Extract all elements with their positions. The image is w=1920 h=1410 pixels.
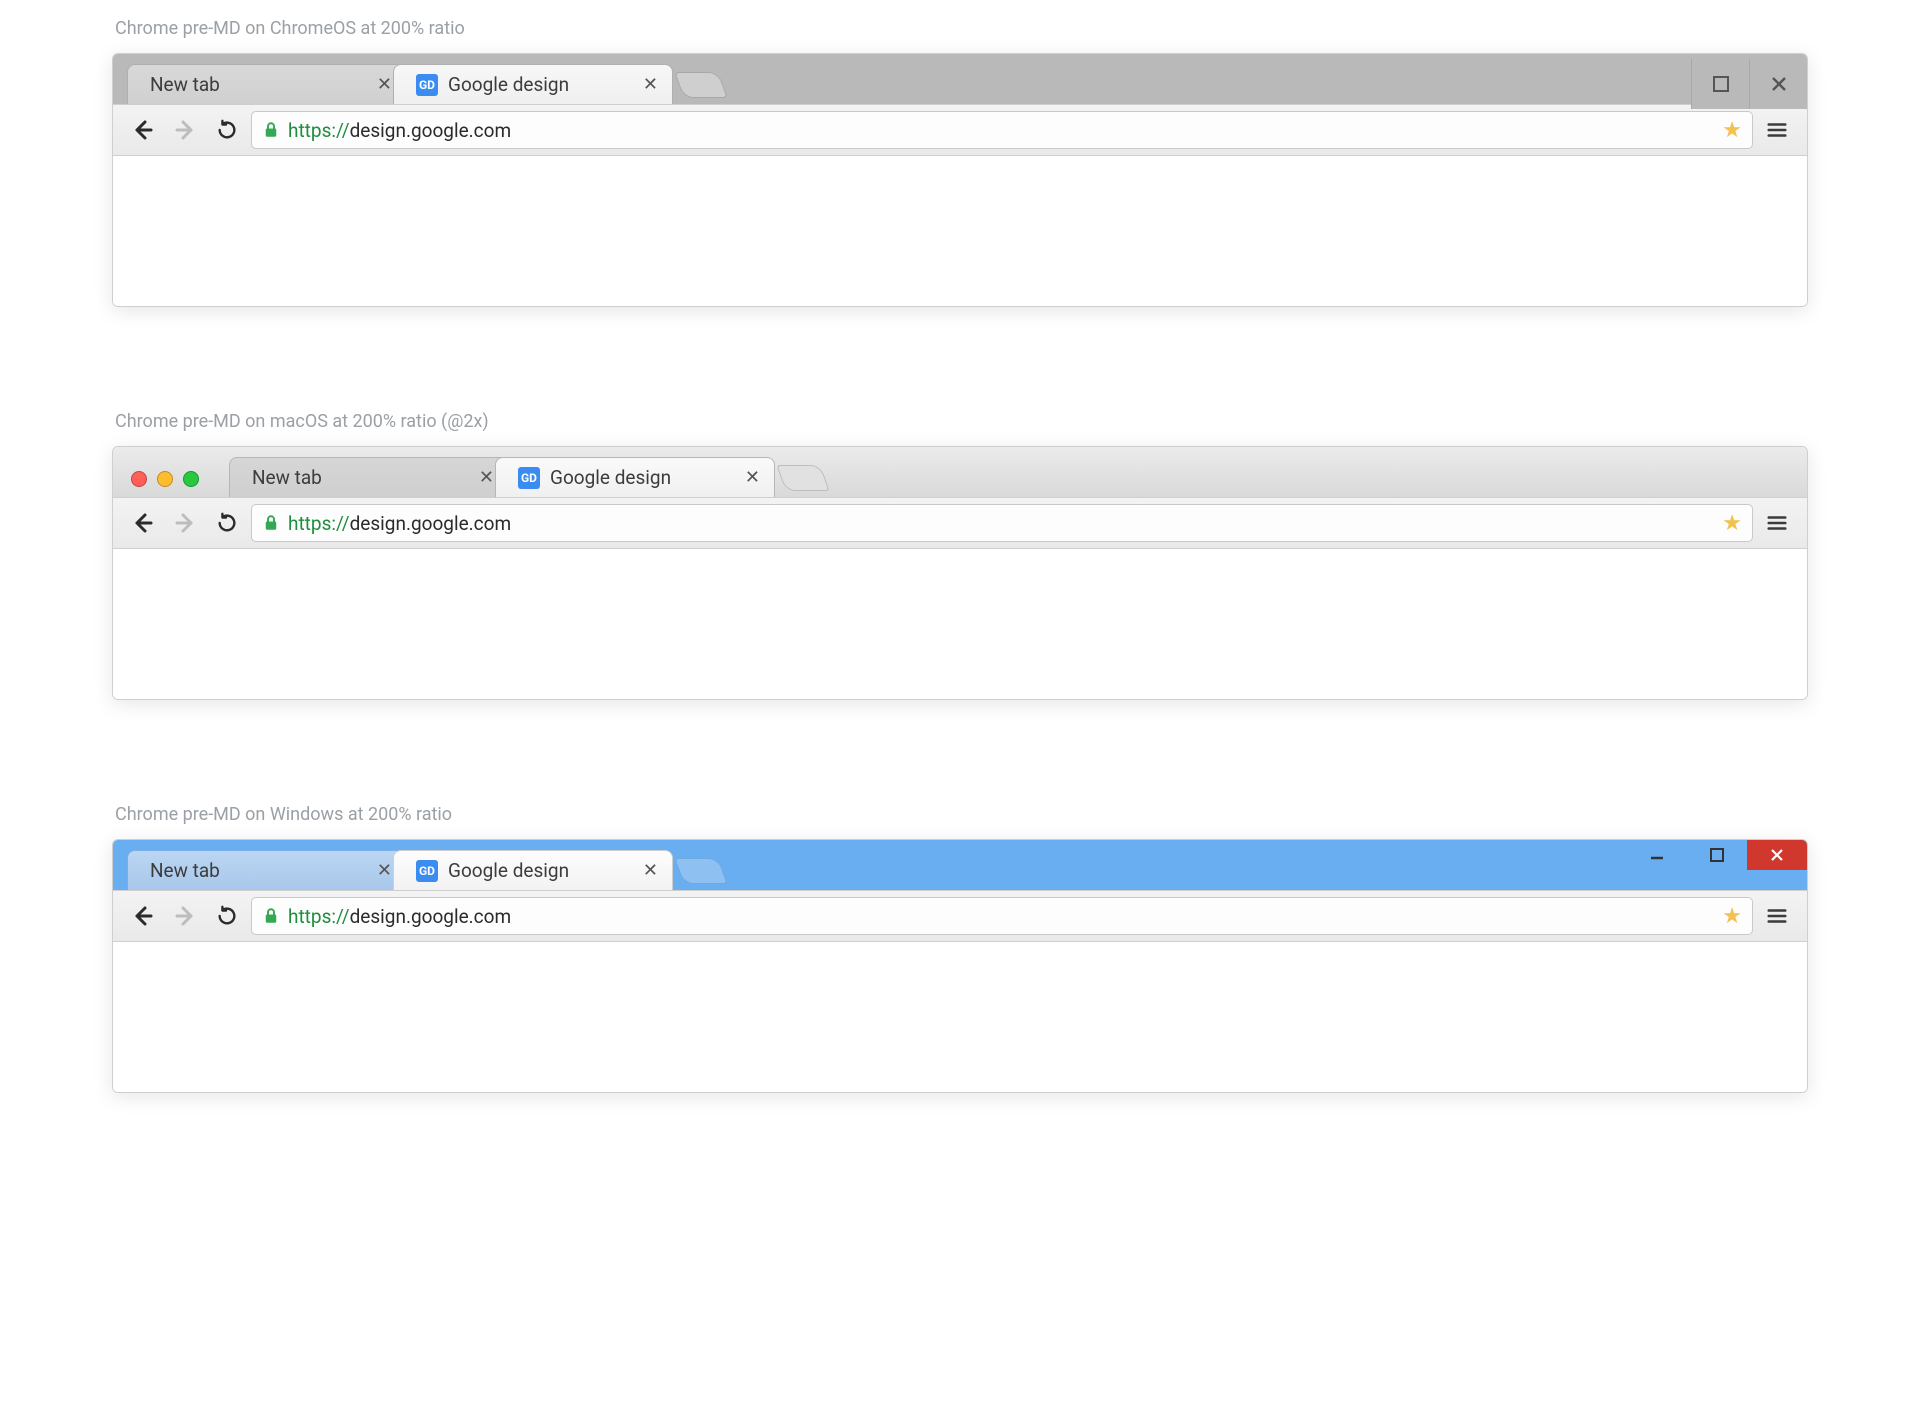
hamburger-icon: [1766, 512, 1788, 534]
tab-title: Google design: [550, 466, 671, 489]
back-button[interactable]: [125, 898, 161, 934]
address-bar[interactable]: https://design.google.com ★: [251, 504, 1753, 542]
zoom-window-button[interactable]: [183, 471, 199, 487]
close-icon: [1769, 847, 1785, 863]
window-controls: [1627, 840, 1807, 870]
page-content: [113, 942, 1807, 1092]
close-tab-icon[interactable]: ✕: [377, 76, 392, 94]
back-button[interactable]: [125, 112, 161, 148]
page-content: [113, 156, 1807, 306]
reload-icon: [216, 119, 238, 141]
bookmark-star-icon[interactable]: ★: [1722, 904, 1742, 929]
close-window-button[interactable]: [131, 471, 147, 487]
favicon-icon: GD: [518, 467, 540, 489]
url-text: https://design.google.com: [288, 119, 511, 142]
maximize-button[interactable]: [1691, 59, 1749, 109]
toolbar: https://design.google.com ★: [113, 104, 1807, 156]
menu-button[interactable]: [1759, 898, 1795, 934]
arrow-right-icon: [173, 904, 197, 928]
tab-strip: New tab ✕ GD Google design ✕: [113, 54, 1807, 104]
tab-title: New tab: [150, 859, 220, 882]
caption-macos: Chrome pre-MD on macOS at 200% ratio (@2…: [115, 411, 1920, 432]
minimize-window-button[interactable]: [1627, 840, 1687, 870]
arrow-left-icon: [131, 904, 155, 928]
traffic-lights: [131, 471, 199, 487]
arrow-right-icon: [173, 511, 197, 535]
window-controls: [1691, 64, 1807, 104]
toolbar: https://design.google.com ★: [113, 497, 1807, 549]
url-host: design.google.com: [350, 119, 512, 142]
close-tab-icon[interactable]: ✕: [745, 469, 760, 487]
tab-new-tab[interactable]: New tab ✕: [229, 457, 509, 497]
browser-window-chromeos: New tab ✕ GD Google design ✕: [112, 53, 1808, 307]
new-tab-button[interactable]: [674, 72, 727, 98]
close-tab-icon[interactable]: ✕: [377, 862, 392, 880]
square-icon: [1712, 75, 1730, 93]
back-button[interactable]: [125, 505, 161, 541]
address-bar[interactable]: https://design.google.com ★: [251, 897, 1753, 935]
toolbar: https://design.google.com ★: [113, 890, 1807, 942]
minimize-icon: [1649, 847, 1665, 863]
tab-new-tab[interactable]: New tab ✕: [127, 850, 407, 890]
url-scheme: https://: [288, 905, 350, 928]
close-icon: [1770, 75, 1788, 93]
close-tab-icon[interactable]: ✕: [479, 469, 494, 487]
bookmark-star-icon[interactable]: ★: [1722, 511, 1742, 536]
menu-button[interactable]: [1759, 505, 1795, 541]
browser-window-windows: New tab ✕ GD Google design ✕: [112, 839, 1808, 1093]
tab-title: Google design: [448, 73, 569, 96]
close-tab-icon[interactable]: ✕: [643, 76, 658, 94]
forward-button[interactable]: [167, 112, 203, 148]
reload-button[interactable]: [209, 505, 245, 541]
tab-strip: New tab ✕ GD Google design ✕: [113, 447, 1807, 497]
maximize-window-button[interactable]: [1687, 840, 1747, 870]
tab-google-design[interactable]: GD Google design ✕: [393, 850, 673, 890]
reload-button[interactable]: [209, 112, 245, 148]
reload-icon: [216, 905, 238, 927]
tab-google-design[interactable]: GD Google design ✕: [393, 64, 673, 104]
tab-new-tab[interactable]: New tab ✕: [127, 64, 407, 104]
close-window-button[interactable]: [1749, 59, 1807, 109]
arrow-left-icon: [131, 118, 155, 142]
bookmark-star-icon[interactable]: ★: [1722, 118, 1742, 143]
url-scheme: https://: [288, 119, 350, 142]
forward-button[interactable]: [167, 505, 203, 541]
square-icon: [1710, 848, 1724, 862]
url-text: https://design.google.com: [288, 905, 511, 928]
caption-windows: Chrome pre-MD on Windows at 200% ratio: [115, 804, 1920, 825]
new-tab-button[interactable]: [674, 858, 727, 884]
tab-title: New tab: [252, 466, 322, 489]
forward-button[interactable]: [167, 898, 203, 934]
lock-icon: [262, 907, 280, 925]
tab-title: Google design: [448, 859, 569, 882]
page-content: [113, 549, 1807, 699]
lock-icon: [262, 121, 280, 139]
tab-title: New tab: [150, 73, 220, 96]
menu-button[interactable]: [1759, 112, 1795, 148]
url-text: https://design.google.com: [288, 512, 511, 535]
reload-button[interactable]: [209, 898, 245, 934]
arrow-left-icon: [131, 511, 155, 535]
favicon-icon: GD: [416, 860, 438, 882]
hamburger-icon: [1766, 119, 1788, 141]
close-window-button[interactable]: [1747, 840, 1807, 870]
hamburger-icon: [1766, 905, 1788, 927]
lock-icon: [262, 514, 280, 532]
tab-strip: New tab ✕ GD Google design ✕: [113, 840, 1807, 890]
caption-chromeos: Chrome pre-MD on ChromeOS at 200% ratio: [115, 18, 1920, 39]
arrow-right-icon: [173, 118, 197, 142]
new-tab-button[interactable]: [776, 465, 829, 491]
minimize-window-button[interactable]: [157, 471, 173, 487]
url-scheme: https://: [288, 512, 350, 535]
reload-icon: [216, 512, 238, 534]
close-tab-icon[interactable]: ✕: [643, 862, 658, 880]
url-host: design.google.com: [350, 905, 512, 928]
tab-google-design[interactable]: GD Google design ✕: [495, 457, 775, 497]
favicon-icon: GD: [416, 74, 438, 96]
browser-window-macos: New tab ✕ GD Google design ✕: [112, 446, 1808, 700]
address-bar[interactable]: https://design.google.com ★: [251, 111, 1753, 149]
url-host: design.google.com: [350, 512, 512, 535]
